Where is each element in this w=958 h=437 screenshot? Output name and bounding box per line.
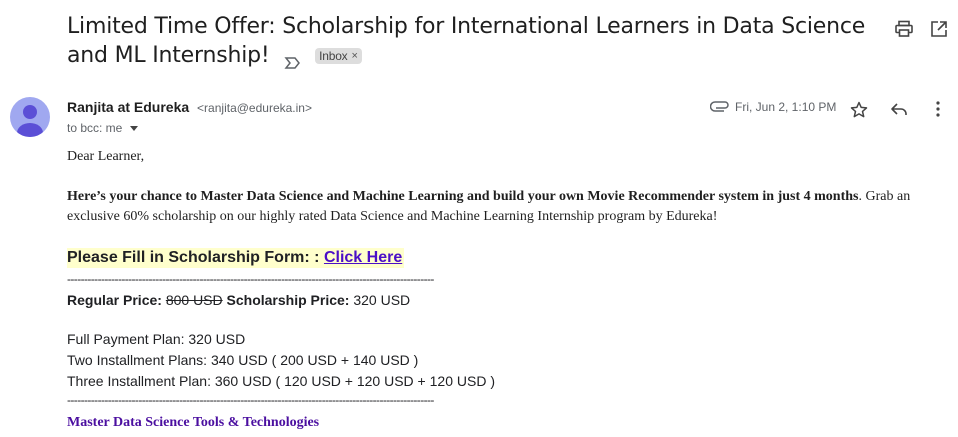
email-date: Fri, Jun 2, 1:10 PM: [735, 100, 837, 114]
section-heading: Master Data Science Tools & Technologies: [67, 415, 320, 430]
recipient-line: to bcc: me: [67, 121, 139, 135]
divider: ----------------------------------------…: [67, 393, 434, 407]
recipient-details-toggle-icon[interactable]: [130, 125, 139, 131]
intro-paragraph: Here’s your chance to Master Data Scienc…: [67, 187, 947, 227]
cta-label: Please Fill in Scholarship Form: :: [67, 249, 324, 266]
email-subject: Limited Time Offer: Scholarship for Inte…: [67, 12, 867, 70]
sender-email: <ranjita@edureka.in>: [197, 101, 312, 115]
intro-bold: Here’s your chance to Master Data Scienc…: [67, 189, 859, 204]
more-vert-icon[interactable]: [928, 99, 948, 119]
importance-marker-icon[interactable]: [284, 49, 302, 69]
attachment-icon: [709, 98, 730, 118]
recipient-text: to bcc: me: [67, 121, 123, 135]
scholarship-price-label: Scholarship Price:: [222, 292, 354, 308]
open-in-new-window-icon[interactable]: [929, 19, 949, 39]
click-here-link[interactable]: Click Here: [324, 249, 402, 266]
plan-item: Two Installment Plans: 340 USD ( 200 USD…: [67, 352, 419, 368]
price-line: Regular Price: 800 USD Scholarship Price…: [67, 292, 410, 308]
label-chip-text: Inbox: [319, 49, 348, 63]
regular-price-value: 800 USD: [165, 292, 223, 308]
divider: ----------------------------------------…: [67, 272, 434, 286]
greeting: Dear Learner,: [67, 149, 145, 164]
regular-price-label: Regular Price:: [67, 292, 166, 308]
label-chip-remove-icon[interactable]: ×: [351, 48, 357, 64]
avatar-icon[interactable]: [10, 97, 50, 137]
subject-text: Limited Time Offer: Scholarship for Inte…: [67, 14, 866, 68]
scholarship-price-value: 320 USD: [353, 292, 411, 308]
print-icon[interactable]: [894, 19, 914, 39]
plan-item: Full Payment Plan: 320 USD: [67, 331, 246, 347]
sender-name[interactable]: Ranjita at Edureka: [67, 99, 189, 115]
label-chip-inbox[interactable]: Inbox ×: [315, 48, 362, 64]
sender-line: Ranjita at Edureka <ranjita@edureka.in>: [67, 99, 312, 115]
star-icon[interactable]: [849, 100, 869, 120]
reply-icon[interactable]: [889, 99, 909, 119]
plan-item: Three Installment Plan: 360 USD ( 120 US…: [67, 373, 495, 389]
scholarship-cta: Please Fill in Scholarship Form: : Click…: [67, 248, 405, 268]
